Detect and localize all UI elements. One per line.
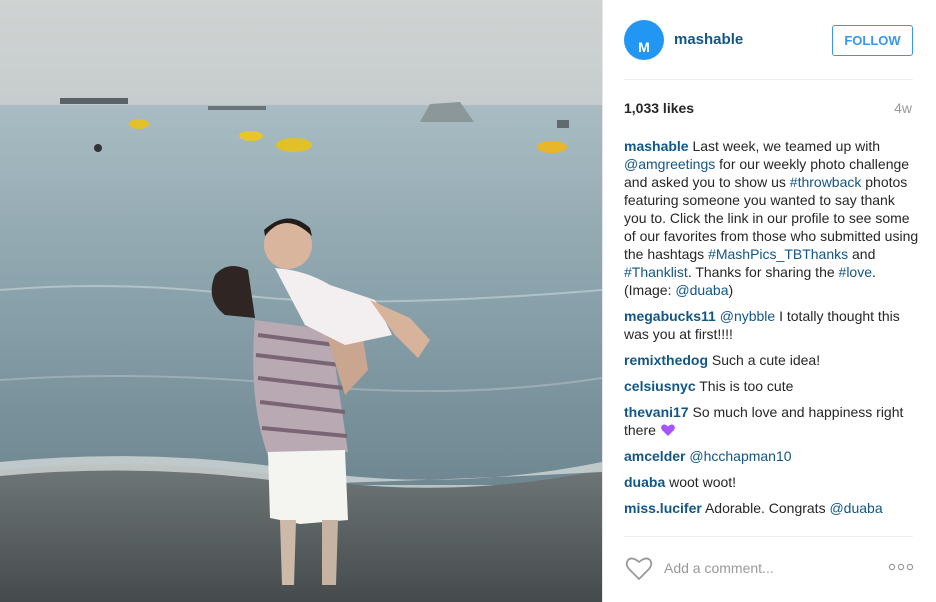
comment-text: Adorable. Congrats <box>701 500 830 516</box>
avatar[interactable]: M <box>624 20 664 60</box>
comment: duaba woot woot! <box>624 473 919 491</box>
comments-list: mashable Last week, we teamed up with @a… <box>624 137 919 535</box>
hashtag-link[interactable]: #throwback <box>790 174 862 190</box>
add-comment-input[interactable]: Add a comment... <box>664 560 774 576</box>
comment-username[interactable]: remixthedog <box>624 352 708 368</box>
hashtag-link[interactable]: #love <box>839 264 872 280</box>
comment: megabucks11 @nybble I totally thought th… <box>624 307 919 343</box>
comment-username[interactable]: miss.lucifer <box>624 500 702 516</box>
post-side-panel: M mashable FOLLOW 1,033 likes 4w mashabl… <box>602 0 936 602</box>
comment: thevani17 So much love and happiness rig… <box>624 403 919 439</box>
post-header: M mashable FOLLOW <box>603 0 936 80</box>
caption-text: ) <box>728 282 734 298</box>
heart-outline-icon[interactable] <box>625 555 653 581</box>
post-photo[interactable] <box>0 0 602 602</box>
caption: mashable Last week, we teamed up with @a… <box>624 137 919 299</box>
comment-text: Such a cute idea! <box>708 352 821 368</box>
comment-username[interactable]: amcelder <box>624 448 685 464</box>
caption-username[interactable]: mashable <box>624 138 689 154</box>
mention-link[interactable]: @hcchapman10 <box>689 448 791 464</box>
post-time[interactable]: 4w <box>894 100 912 116</box>
comment-text: This is too cute <box>695 378 794 394</box>
comment-username[interactable]: megabucks11 <box>624 308 716 324</box>
mention-link[interactable]: @amgreetings <box>624 156 715 172</box>
comment: remixthedog Such a cute idea! <box>624 351 919 369</box>
follow-button[interactable]: FOLLOW <box>832 25 913 56</box>
hashtag-link[interactable]: #Thanklist <box>624 264 688 280</box>
comment-username[interactable]: duaba <box>624 474 665 490</box>
comment: celsiusnyc This is too cute <box>624 377 919 395</box>
mention-link[interactable]: @nybble <box>720 308 775 324</box>
caption-text: . Thanks for sharing the <box>687 264 839 280</box>
comment: miss.lucifer Adorable. Congrats @duaba <box>624 499 919 517</box>
comment-username[interactable]: thevani17 <box>624 404 689 420</box>
divider <box>624 536 913 537</box>
more-options-icon[interactable] <box>888 560 914 574</box>
comment-text: woot woot! <box>665 474 737 490</box>
divider <box>624 79 913 80</box>
likes-count[interactable]: 1,033 likes <box>624 100 694 116</box>
caption-text: and <box>848 246 876 262</box>
hashtag-link[interactable]: #MashPics_TBThanks <box>708 246 848 262</box>
caption-text: Last week, we teamed up with <box>688 138 881 154</box>
comment: amcelder @hcchapman10 <box>624 447 919 465</box>
mention-link[interactable]: @duaba <box>829 500 882 516</box>
beach-photo-image <box>0 0 602 602</box>
mention-link[interactable]: @duaba <box>675 282 728 298</box>
avatar-logo-letter: M <box>638 39 650 55</box>
purple-heart-icon <box>660 424 675 436</box>
comment-username[interactable]: celsiusnyc <box>624 378 696 394</box>
post-username[interactable]: mashable <box>674 31 743 49</box>
